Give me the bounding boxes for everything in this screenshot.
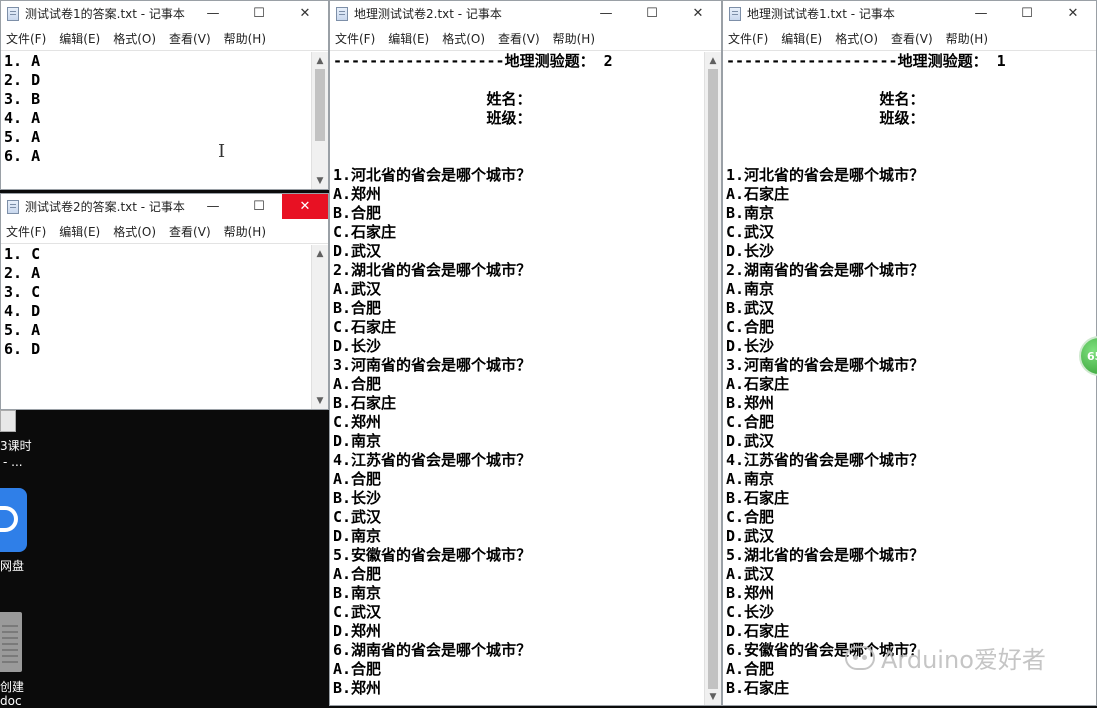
- scroll-thumb[interactable]: [315, 69, 325, 141]
- document-lines-icon: [2, 625, 18, 663]
- title-bar[interactable]: 测试试卷1的答案.txt - 记事本 — ☐ ✕: [1, 1, 328, 26]
- window-title: 测试试卷1的答案.txt - 记事本: [25, 7, 185, 21]
- menu-format[interactable]: 格式(O): [442, 30, 485, 47]
- wechat-icon: [845, 645, 875, 670]
- notepad-window-exam2[interactable]: 地理测试试卷2.txt - 记事本 — ☐ ✕ 文件(F) 编辑(E) 格式(O…: [329, 0, 722, 706]
- menu-view[interactable]: 查看(V): [498, 30, 540, 47]
- menu-edit[interactable]: 编辑(E): [59, 30, 100, 47]
- menu-format[interactable]: 格式(O): [835, 30, 878, 47]
- scroll-up-arrow-icon[interactable]: ▲: [705, 52, 721, 69]
- title-bar[interactable]: 测试试卷2的答案.txt - 记事本 — ☐ ✕: [1, 194, 328, 219]
- text-area[interactable]: 1. C 2. A 3. C 4. D 5. A 6. D: [1, 245, 311, 409]
- title-bar[interactable]: 地理测试试卷1.txt - 记事本 — ☐ ✕: [723, 1, 1096, 26]
- minimize-button[interactable]: —: [190, 194, 236, 219]
- close-button[interactable]: ✕: [282, 1, 328, 26]
- text-area[interactable]: -------------------地理测验题： 2 姓名： 班级： 1.河北…: [330, 52, 704, 705]
- window-title: 测试试卷2的答案.txt - 记事本: [25, 200, 185, 214]
- vertical-scrollbar[interactable]: ▲ ▼: [311, 52, 328, 189]
- menu-format[interactable]: 格式(O): [113, 223, 156, 240]
- menu-view[interactable]: 查看(V): [169, 30, 211, 47]
- notepad-icon: [729, 6, 741, 21]
- menu-edit[interactable]: 编辑(E): [388, 30, 429, 47]
- menu-help[interactable]: 帮助(H): [946, 30, 988, 47]
- menu-edit[interactable]: 编辑(E): [59, 223, 100, 240]
- scroll-thumb[interactable]: [708, 69, 718, 689]
- notepad-window-answer1[interactable]: 测试试卷1的答案.txt - 记事本 — ☐ ✕ 文件(F) 编辑(E) 格式(…: [0, 0, 329, 190]
- menu-format[interactable]: 格式(O): [113, 30, 156, 47]
- scroll-up-arrow-icon[interactable]: ▲: [312, 52, 328, 69]
- desktop-icon-file[interactable]: [0, 410, 16, 432]
- menu-view[interactable]: 查看(V): [169, 223, 211, 240]
- text-area[interactable]: 1. A 2. D 3. B 4. A 5. A 6. A: [1, 52, 311, 189]
- vertical-scrollbar[interactable]: ▲ ▼: [704, 52, 721, 705]
- menu-file[interactable]: 文件(F): [335, 30, 375, 47]
- minimize-button[interactable]: —: [190, 1, 236, 26]
- menu-help[interactable]: 帮助(H): [224, 223, 266, 240]
- menu-bar: 文件(F) 编辑(E) 格式(O) 查看(V) 帮助(H): [1, 26, 328, 51]
- close-button[interactable]: ✕: [282, 194, 328, 219]
- watermark-text: Arduino爱好者: [881, 646, 1046, 674]
- window-title: 地理测试试卷1.txt - 记事本: [747, 7, 895, 21]
- watermark: Arduino爱好者: [845, 640, 1046, 675]
- title-bar[interactable]: 地理测试试卷2.txt - 记事本 — ☐ ✕: [330, 1, 721, 26]
- text-area[interactable]: -------------------地理测验题： 1 姓名： 班级： 1.河北…: [723, 52, 1096, 705]
- text-cursor-icon: I: [218, 141, 226, 162]
- close-button[interactable]: ✕: [675, 1, 721, 26]
- notepad-icon: [7, 199, 19, 214]
- notepad-window-answer2[interactable]: 测试试卷2的答案.txt - 记事本 — ☐ ✕ 文件(F) 编辑(E) 格式(…: [0, 193, 329, 410]
- menu-file[interactable]: 文件(F): [6, 30, 46, 47]
- desktop-icon-label: - ...: [3, 455, 23, 469]
- menu-file[interactable]: 文件(F): [728, 30, 768, 47]
- scroll-up-arrow-icon[interactable]: ▲: [312, 245, 328, 262]
- maximize-button[interactable]: ☐: [236, 1, 282, 26]
- desktop-icon-label: 创建: [0, 680, 25, 694]
- menu-help[interactable]: 帮助(H): [224, 30, 266, 47]
- desktop-icon-label: 3课时: [0, 439, 32, 453]
- notepad-icon: [7, 6, 19, 21]
- menu-bar: 文件(F) 编辑(E) 格式(O) 查看(V) 帮助(H): [330, 26, 721, 51]
- window-title: 地理测试试卷2.txt - 记事本: [354, 7, 502, 21]
- maximize-button[interactable]: ☐: [236, 194, 282, 219]
- minimize-button[interactable]: —: [958, 1, 1004, 26]
- menu-view[interactable]: 查看(V): [891, 30, 933, 47]
- notepad-window-exam1[interactable]: 地理测试试卷1.txt - 记事本 — ☐ ✕ 文件(F) 编辑(E) 格式(O…: [722, 0, 1097, 706]
- close-button[interactable]: ✕: [1050, 1, 1096, 26]
- desktop-icon-label: 网盘: [0, 559, 25, 573]
- menu-bar: 文件(F) 编辑(E) 格式(O) 查看(V) 帮助(H): [1, 219, 328, 244]
- scroll-down-arrow-icon[interactable]: ▼: [312, 172, 328, 189]
- maximize-button[interactable]: ☐: [1004, 1, 1050, 26]
- menu-edit[interactable]: 编辑(E): [781, 30, 822, 47]
- vertical-scrollbar[interactable]: ▲ ▼: [311, 245, 328, 409]
- maximize-button[interactable]: ☐: [629, 1, 675, 26]
- menu-file[interactable]: 文件(F): [6, 223, 46, 240]
- notepad-icon: [336, 6, 348, 21]
- minimize-button[interactable]: —: [583, 1, 629, 26]
- menu-help[interactable]: 帮助(H): [553, 30, 595, 47]
- menu-bar: 文件(F) 编辑(E) 格式(O) 查看(V) 帮助(H): [723, 26, 1096, 51]
- scroll-down-arrow-icon[interactable]: ▼: [705, 688, 721, 705]
- scroll-down-arrow-icon[interactable]: ▼: [312, 392, 328, 409]
